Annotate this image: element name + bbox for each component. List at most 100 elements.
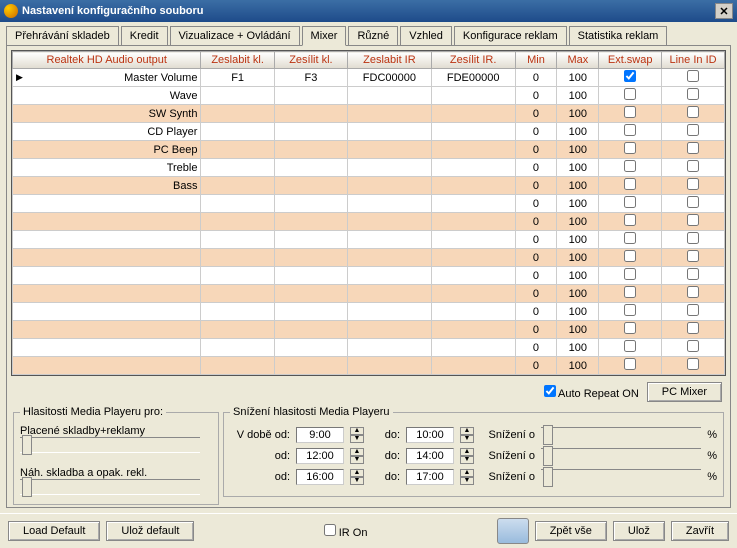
table-row[interactable]: 0100	[13, 339, 725, 357]
save-default-button[interactable]: Ulož default	[106, 521, 194, 541]
line-in-checkbox[interactable]	[687, 106, 699, 118]
spin-down[interactable]: ▼	[460, 456, 474, 464]
time-from-0[interactable]	[296, 427, 344, 443]
table-row[interactable]: Treble0100	[13, 159, 725, 177]
table-row[interactable]: 0100	[13, 231, 725, 249]
table-row[interactable]: 0100	[13, 285, 725, 303]
table-row[interactable]: 0100	[13, 195, 725, 213]
col-header[interactable]: Zeslabit IR	[348, 52, 432, 69]
table-row[interactable]: PC Beep0100	[13, 141, 725, 159]
close-button[interactable]: ✕	[715, 3, 733, 19]
tab-mixer[interactable]: Mixer	[302, 26, 347, 46]
time-from-1[interactable]	[296, 448, 344, 464]
col-header[interactable]: Line In ID	[662, 52, 725, 69]
line-in-checkbox[interactable]	[687, 70, 699, 82]
table-row[interactable]: 0100	[13, 303, 725, 321]
table-row[interactable]: 0100	[13, 267, 725, 285]
time-to-1[interactable]	[406, 448, 454, 464]
keyboard-icon[interactable]	[497, 518, 529, 544]
pc-mixer-button[interactable]: PC Mixer	[647, 382, 722, 402]
table-row[interactable]: 0100	[13, 321, 725, 339]
ext-swap-checkbox[interactable]	[624, 322, 636, 334]
ext-swap-checkbox[interactable]	[624, 106, 636, 118]
table-row[interactable]: 0100	[13, 249, 725, 267]
reduce-slider-0[interactable]	[541, 427, 701, 443]
spin-down[interactable]: ▼	[350, 477, 364, 485]
tab-konfigurace-reklam[interactable]: Konfigurace reklam	[454, 26, 567, 46]
spin-down[interactable]: ▼	[350, 456, 364, 464]
table-row[interactable]: Master VolumeF1F3FDC00000FDE000000100	[13, 69, 725, 87]
spin-up[interactable]: ▲	[460, 469, 474, 477]
spin-down[interactable]: ▼	[460, 435, 474, 443]
ext-swap-checkbox[interactable]	[624, 232, 636, 244]
ext-swap-checkbox[interactable]	[624, 142, 636, 154]
col-header[interactable]: Max	[557, 52, 599, 69]
tab-vizualizace-ovl-d-n-[interactable]: Vizualizace + Ovládání	[170, 26, 300, 46]
col-header[interactable]: Realtek HD Audio output	[13, 52, 201, 69]
tab-p-ehr-v-n-skladeb[interactable]: Přehrávání skladeb	[6, 26, 119, 46]
line-in-checkbox[interactable]	[687, 358, 699, 370]
table-row[interactable]: Bass0100	[13, 177, 725, 195]
ext-swap-checkbox[interactable]	[624, 340, 636, 352]
undo-all-button[interactable]: Zpět vše	[535, 521, 607, 541]
ext-swap-checkbox[interactable]	[624, 358, 636, 370]
save-button[interactable]: Ulož	[613, 521, 665, 541]
paid-slider[interactable]	[20, 437, 200, 453]
line-in-checkbox[interactable]	[687, 124, 699, 136]
auto-repeat-checkbox[interactable]: Auto Repeat ON	[544, 385, 639, 400]
table-row[interactable]: 0100	[13, 213, 725, 231]
line-in-checkbox[interactable]	[687, 340, 699, 352]
col-header[interactable]: Min	[515, 52, 557, 69]
ext-swap-checkbox[interactable]	[624, 250, 636, 262]
col-header[interactable]: Zesílit kl.	[274, 52, 347, 69]
line-in-checkbox[interactable]	[687, 268, 699, 280]
close-dialog-button[interactable]: Zavřít	[671, 521, 729, 541]
line-in-checkbox[interactable]	[687, 160, 699, 172]
spin-up[interactable]: ▲	[460, 427, 474, 435]
reduce-slider-2[interactable]	[541, 469, 701, 485]
table-row[interactable]: 0100	[13, 357, 725, 375]
ext-swap-checkbox[interactable]	[624, 160, 636, 172]
line-in-checkbox[interactable]	[687, 196, 699, 208]
spin-down[interactable]: ▼	[350, 435, 364, 443]
time-from-2[interactable]	[296, 469, 344, 485]
tab-vzhled[interactable]: Vzhled	[400, 26, 452, 46]
ext-swap-checkbox[interactable]	[624, 178, 636, 190]
time-to-0[interactable]	[406, 427, 454, 443]
spin-up[interactable]: ▲	[350, 427, 364, 435]
ext-swap-checkbox[interactable]	[624, 124, 636, 136]
line-in-checkbox[interactable]	[687, 232, 699, 244]
line-in-checkbox[interactable]	[687, 178, 699, 190]
line-in-checkbox[interactable]	[687, 250, 699, 262]
ext-swap-checkbox[interactable]	[624, 196, 636, 208]
ext-swap-checkbox[interactable]	[624, 88, 636, 100]
line-in-checkbox[interactable]	[687, 322, 699, 334]
table-row[interactable]: Wave0100	[13, 87, 725, 105]
ext-swap-checkbox[interactable]	[624, 214, 636, 226]
tab-r-zn-[interactable]: Různé	[348, 26, 398, 46]
line-in-checkbox[interactable]	[687, 88, 699, 100]
preview-slider[interactable]	[20, 479, 200, 495]
load-default-button[interactable]: Load Default	[8, 521, 100, 541]
reduce-slider-1[interactable]	[541, 448, 701, 464]
line-in-checkbox[interactable]	[687, 304, 699, 316]
table-row[interactable]: SW Synth0100	[13, 105, 725, 123]
table-row[interactable]: CD Player0100	[13, 123, 725, 141]
spin-up[interactable]: ▲	[350, 469, 364, 477]
ext-swap-checkbox[interactable]	[624, 268, 636, 280]
col-header[interactable]: Ext.swap	[599, 52, 662, 69]
ext-swap-checkbox[interactable]	[624, 70, 636, 82]
line-in-checkbox[interactable]	[687, 142, 699, 154]
ir-on-checkbox[interactable]: IR On	[324, 524, 368, 539]
ext-swap-checkbox[interactable]	[624, 286, 636, 298]
line-in-checkbox[interactable]	[687, 214, 699, 226]
line-in-checkbox[interactable]	[687, 286, 699, 298]
col-header[interactable]: Zesílit IR.	[431, 52, 515, 69]
spin-up[interactable]: ▲	[460, 448, 474, 456]
spin-up[interactable]: ▲	[350, 448, 364, 456]
time-to-2[interactable]	[406, 469, 454, 485]
tab-kredit[interactable]: Kredit	[121, 26, 168, 46]
col-header[interactable]: Zeslabit kl.	[201, 52, 274, 69]
ext-swap-checkbox[interactable]	[624, 304, 636, 316]
spin-down[interactable]: ▼	[460, 477, 474, 485]
